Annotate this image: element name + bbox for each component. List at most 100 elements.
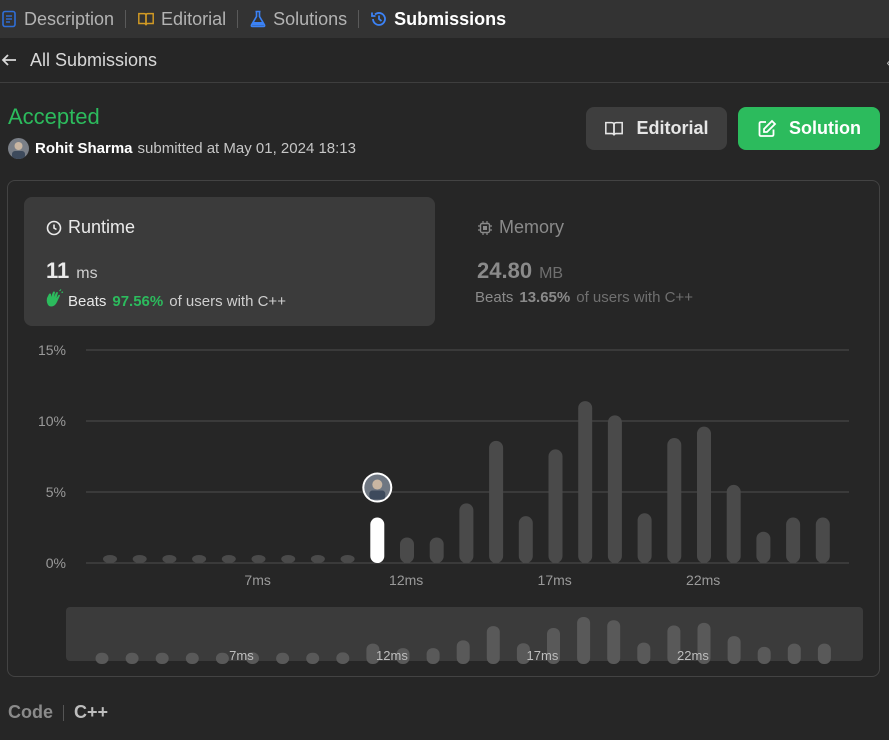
bar[interactable]	[281, 555, 296, 563]
y-tick-label: 15%	[38, 342, 66, 358]
bar[interactable]	[726, 484, 741, 563]
tab-submissions-label: Submissions	[394, 8, 507, 29]
footer-divider	[63, 704, 64, 721]
x-tick-label: 12ms	[389, 572, 423, 588]
memory-beats: Beats 13.65% of users with C++	[475, 289, 693, 306]
submission-meta: Rohit Sharma submitted at May 01, 2024 1…	[8, 138, 356, 159]
tab-solutions[interactable]: Solutions	[249, 0, 347, 38]
runtime-beats: Beats 97.56% of users with C++	[44, 289, 286, 313]
bar[interactable]	[815, 517, 830, 563]
bar[interactable]	[162, 555, 177, 563]
bar[interactable]	[103, 555, 117, 563]
solution-button-label: Solution	[789, 118, 861, 138]
code-label: Code	[8, 702, 53, 722]
mini-bar	[155, 652, 169, 664]
all-submissions-link[interactable]: All Submissions ‹	[0, 38, 889, 83]
bar[interactable]	[518, 516, 533, 563]
bar[interactable]	[786, 517, 801, 563]
tab-divider	[237, 10, 239, 28]
bar[interactable]	[459, 503, 474, 563]
bar[interactable]	[429, 537, 444, 563]
bar[interactable]	[132, 555, 147, 563]
tab-solutions-label: Solutions	[273, 8, 348, 29]
bar[interactable]	[251, 555, 266, 563]
mini-bar	[817, 643, 831, 664]
chip-icon	[477, 220, 493, 236]
code-section-header: Code C++	[8, 702, 108, 723]
mini-bar	[486, 626, 500, 664]
mini-bar	[456, 640, 470, 664]
submission-status: Accepted	[8, 104, 100, 129]
tab-submissions[interactable]: Submissions	[370, 0, 506, 38]
tab-editorial-label: Editorial	[161, 8, 227, 29]
mini-bar	[426, 648, 440, 664]
bar[interactable]	[192, 555, 207, 563]
problem-tabs: Description Editorial Solutions Submissi…	[0, 0, 889, 38]
editorial-button[interactable]: Editorial	[586, 107, 727, 150]
x-tick-label: 17ms	[538, 572, 572, 588]
bar[interactable]	[548, 449, 563, 563]
mini-bar	[215, 652, 229, 664]
bar[interactable]	[400, 537, 414, 563]
description-icon	[0, 10, 18, 28]
bar[interactable]	[578, 401, 593, 563]
tab-divider	[125, 10, 127, 28]
runtime-beats-word: Beats	[68, 292, 107, 310]
bar[interactable]	[221, 555, 236, 563]
mini-bar	[95, 652, 109, 664]
book-icon	[137, 10, 155, 28]
history-icon	[370, 10, 388, 28]
mini-x-tick-label: 22ms	[677, 648, 709, 663]
bar[interactable]	[607, 415, 622, 563]
mini-bar	[125, 652, 139, 664]
flask-icon	[249, 10, 267, 28]
language-label[interactable]: C++	[74, 702, 108, 723]
memory-beats-suffix: of users with C++	[576, 289, 693, 306]
y-tick-label: 10%	[38, 413, 66, 429]
mini-x-tick-label: 7ms	[229, 648, 254, 663]
bar[interactable]	[667, 438, 682, 563]
mini-bar	[185, 652, 199, 664]
tab-description[interactable]: Description	[0, 0, 114, 38]
username[interactable]: Rohit Sharma	[35, 140, 133, 157]
runtime-number: 11	[46, 258, 70, 283]
runtime-label-text: Runtime	[68, 217, 136, 237]
runtime-beats-pct: 97.56%	[112, 292, 164, 310]
runtime-beats-suffix: of users with C++	[169, 292, 286, 310]
submitted-at: submitted at May 01, 2024 18:13	[137, 140, 356, 157]
runtime-label: Runtime	[46, 217, 135, 238]
all-submissions-label: All Submissions	[30, 49, 158, 70]
memory-beats-pct: 13.65%	[519, 289, 571, 306]
mini-bar	[757, 646, 771, 664]
editorial-button-label: Editorial	[636, 118, 709, 138]
bar[interactable]	[489, 440, 504, 563]
mini-bar	[787, 643, 801, 664]
tab-editorial[interactable]: Editorial	[137, 0, 226, 38]
memory-beats-word: Beats	[475, 289, 514, 306]
bar[interactable]	[637, 513, 652, 563]
memory-unit: MB	[539, 265, 564, 282]
memory-label-text: Memory	[499, 217, 565, 237]
avatar-face	[372, 479, 383, 490]
mini-bar	[276, 652, 290, 664]
mini-bar	[637, 642, 651, 664]
solution-button[interactable]: Solution	[738, 107, 880, 150]
runtime-card[interactable]: Runtime 11 ms Beats 97.56% of users with …	[24, 197, 435, 326]
bar[interactable]	[756, 531, 771, 563]
memory-number: 24.80	[477, 258, 533, 283]
clap-icon	[44, 289, 64, 313]
x-tick-label: 7ms	[244, 572, 270, 588]
memory-card[interactable]: Memory 24.80 MB Beats 13.65% of users wit…	[455, 197, 866, 326]
bar[interactable]	[310, 555, 325, 563]
mini-bar	[306, 652, 320, 664]
bar-highlight[interactable]	[370, 517, 385, 563]
mini-x-tick-label: 17ms	[527, 648, 559, 663]
bar[interactable]	[340, 555, 355, 563]
memory-value: 24.80 MB	[477, 258, 563, 284]
y-tick-label: 5%	[46, 484, 66, 500]
tab-description-label: Description	[24, 8, 115, 29]
avatar[interactable]	[8, 138, 29, 159]
memory-label: Memory	[477, 217, 564, 238]
arrow-left-icon	[0, 50, 20, 70]
bar[interactable]	[697, 426, 711, 563]
